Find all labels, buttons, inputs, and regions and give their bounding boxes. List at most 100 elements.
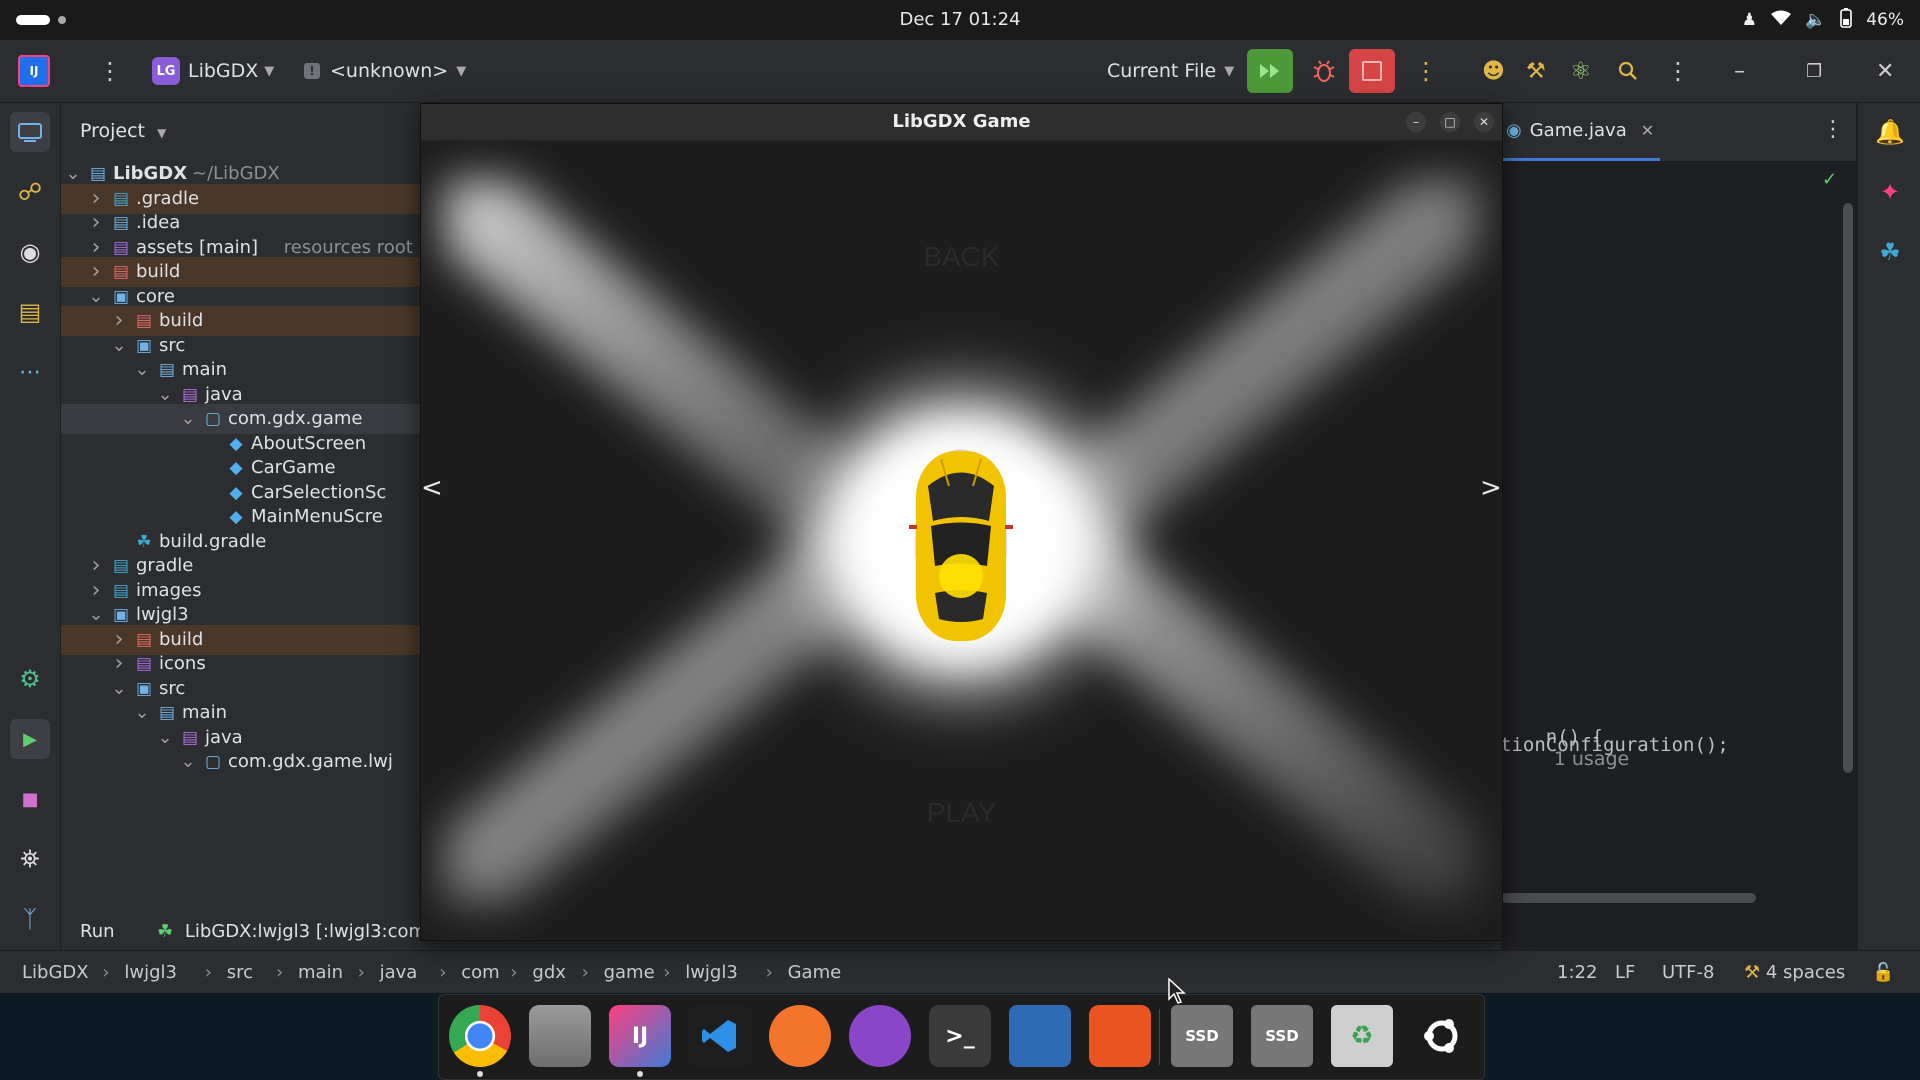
breadcrumb-item[interactable]: main: [298, 951, 343, 994]
ssd-drive-icon-2[interactable]: SSD: [1251, 1005, 1313, 1067]
line-separator[interactable]: LF: [1615, 951, 1635, 994]
breadcrumb-item[interactable]: src: [227, 951, 253, 994]
vcs-branch-widget[interactable]: ! <unknown> ▼: [304, 40, 466, 102]
file-encoding[interactable]: UTF-8: [1662, 951, 1714, 994]
restore-window-icon[interactable]: ❐: [1806, 40, 1822, 102]
terminal-icon[interactable]: >_: [929, 1005, 991, 1067]
tabs-more-icon[interactable]: ⋮: [1822, 117, 1844, 142]
game-canvas[interactable]: BACK PLAY < >: [421, 141, 1502, 940]
idea-folder-icon: ▤: [112, 213, 130, 233]
debug-button[interactable]: [1301, 40, 1347, 102]
ide-logo-icon[interactable]: IJ: [18, 40, 50, 102]
stop-button[interactable]: [1349, 40, 1395, 102]
project-tool-icon[interactable]: [10, 112, 50, 152]
run-tab-title[interactable]: Run: [80, 913, 115, 950]
breadcrumb-item[interactable]: lwjgl3: [124, 951, 177, 994]
search-icon[interactable]: [1618, 40, 1638, 102]
terminal-tool-icon[interactable]: ■: [10, 779, 50, 819]
tab-game-java[interactable]: ◉ Game.java ✕: [1500, 103, 1660, 161]
indent-icon: ⚒: [1744, 962, 1761, 983]
text-editor-icon[interactable]: [1009, 1005, 1071, 1067]
run-config-selector[interactable]: Current File ▼: [1107, 40, 1234, 102]
breadcrumb-item[interactable]: game: [604, 951, 655, 994]
gradle-folder-icon: ▤: [112, 188, 130, 209]
module-folder-icon: ▣: [112, 286, 130, 307]
game-maximize-icon[interactable]: □: [1440, 112, 1460, 132]
project-panel: Project ▼ ⌄ ▤ LibGDX ~/LibGDX › ▤ .gradle › ▤ .id…: [61, 103, 421, 913]
package-icon: ▢: [204, 752, 222, 772]
close-window-icon[interactable]: ✕: [1876, 40, 1894, 102]
project-switcher[interactable]: LG LibGDX ▼: [152, 40, 274, 102]
postman-icon[interactable]: [769, 1005, 831, 1067]
excluded-folder-icon: ▤: [135, 311, 153, 331]
breadcrumb-separator-icon: ›: [581, 962, 589, 983]
run-more-icon[interactable]: ⋮: [1414, 40, 1438, 102]
play-button[interactable]: PLAY: [421, 797, 1502, 829]
more-tools-icon[interactable]: ⋯: [10, 352, 50, 392]
ssd-drive-icon[interactable]: SSD: [1171, 1005, 1233, 1067]
breadcrumb-item[interactable]: Game: [788, 951, 842, 994]
vertical-scrollbar[interactable]: [1843, 203, 1853, 773]
git-branch-icon[interactable]: ᛉ: [10, 899, 50, 939]
ubuntu-icon[interactable]: [1411, 1005, 1473, 1067]
main-menu-icon[interactable]: ⋮: [98, 40, 122, 102]
breadcrumb-item[interactable]: com: [461, 951, 499, 994]
breadcrumb-item[interactable]: LibGDX: [22, 951, 89, 994]
next-car-button[interactable]: >: [1480, 473, 1502, 503]
notifications-bell-icon[interactable]: 🔔: [1870, 112, 1910, 152]
volume-icon[interactable]: 🔈: [1805, 10, 1826, 30]
ai-chat-icon[interactable]: ✦: [1870, 172, 1910, 212]
minimize-window-icon[interactable]: –: [1734, 40, 1745, 102]
commit-icon[interactable]: ☍: [10, 172, 50, 212]
github-desktop-icon[interactable]: [849, 1005, 911, 1067]
run-tool-icon[interactable]: ▶: [10, 719, 50, 759]
lock-icon[interactable]: 🔓: [1872, 951, 1894, 994]
java-class-icon: ◉: [1506, 120, 1522, 141]
system-tray[interactable]: ♟ 🔈 46%: [1742, 0, 1904, 40]
intellij-icon[interactable]: IJ: [609, 1005, 671, 1067]
accessibility-icon[interactable]: ♟: [1742, 10, 1757, 30]
project-panel-header[interactable]: Project ▼: [80, 103, 166, 159]
ai-assistant-icon[interactable]: ⚛: [1570, 40, 1592, 102]
breadcrumb-item[interactable]: java: [380, 951, 418, 994]
code-editor[interactable]: n() { 1 usage tionConfiguration(); ✓: [1500, 103, 1856, 913]
tree-node-label: com.gdx.game.lwj: [228, 751, 393, 772]
game-close-icon[interactable]: ✕: [1474, 112, 1494, 132]
clock[interactable]: Dec 17 01:24: [0, 0, 1920, 40]
files-icon[interactable]: [529, 1005, 591, 1067]
indent-widget[interactable]: ⚒ 4 spaces: [1744, 951, 1845, 994]
code-line[interactable]: tionConfiguration();: [1500, 734, 1729, 756]
stop-icon: [1349, 49, 1395, 93]
chrome-icon[interactable]: [449, 1005, 511, 1067]
structure-icon[interactable]: ▤: [10, 292, 50, 332]
back-button[interactable]: BACK: [421, 241, 1502, 273]
app-center-icon[interactable]: [1089, 1005, 1151, 1067]
trash-icon[interactable]: ♻: [1331, 1005, 1393, 1067]
breadcrumb-item[interactable]: lwjgl3: [685, 951, 738, 994]
close-tab-icon[interactable]: ✕: [1641, 121, 1654, 140]
wifi-icon[interactable]: [1771, 10, 1792, 31]
rerun-button[interactable]: [1247, 40, 1293, 102]
chevron-down-icon[interactable]: ⌄: [178, 747, 198, 777]
caret-position[interactable]: 1:22: [1557, 951, 1597, 994]
editor-tabs: ◉ Game.java ✕ ⋮: [1500, 103, 1856, 162]
collaboration-icon[interactable]: ☻: [1482, 40, 1505, 102]
github-icon[interactable]: ◉: [10, 232, 50, 272]
problems-icon[interactable]: ⛯: [10, 839, 50, 879]
vscode-icon[interactable]: [689, 1005, 751, 1067]
game-minimize-icon[interactable]: –: [1406, 112, 1426, 132]
breadcrumb-separator-icon: ›: [204, 962, 212, 983]
breadcrumb-item[interactable]: gdx: [532, 951, 566, 994]
breadcrumb-separator-icon: ›: [102, 962, 110, 983]
services-gear-icon[interactable]: ⚙: [10, 659, 50, 699]
settings-more-icon[interactable]: ⋮: [1666, 40, 1690, 102]
no-problems-check-icon[interactable]: ✓: [1822, 169, 1837, 190]
game-window-title[interactable]: LibGDX Game: [421, 104, 1502, 140]
status-bar: LibGDX › lwjgl3 › src › main › java › com › gdx › game…: [0, 950, 1920, 994]
gradle-elephant-icon[interactable]: ☘: [1870, 232, 1910, 272]
gradle-run-icon: ☘: [157, 921, 174, 942]
tree-node[interactable]: ⌄ ▢ com.gdx.game.lwj: [61, 747, 421, 777]
prev-car-button[interactable]: <: [421, 473, 443, 503]
build-tools-icon[interactable]: ⚒: [1526, 40, 1546, 102]
horizontal-scrollbar[interactable]: [1500, 893, 1756, 903]
